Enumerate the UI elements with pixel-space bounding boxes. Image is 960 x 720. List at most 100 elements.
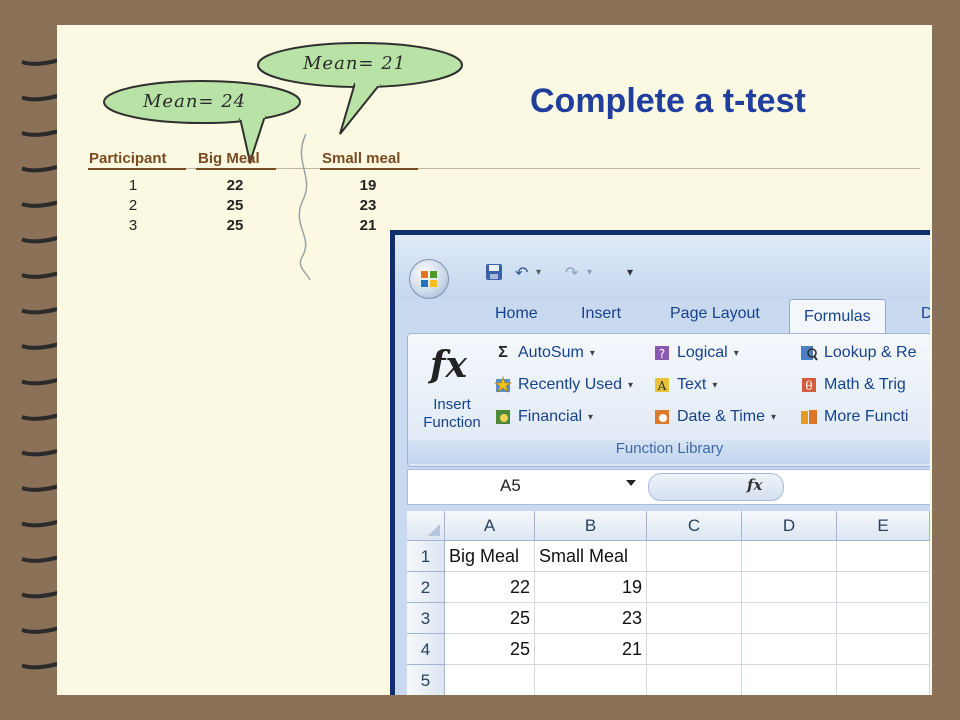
more-functions-label: More Functi xyxy=(824,408,909,425)
column-header-c[interactable]: C xyxy=(647,511,742,541)
cell-b2[interactable]: 19 xyxy=(535,572,647,603)
logical-button[interactable]: ? Logical ▾ xyxy=(653,344,739,362)
header-underline xyxy=(88,168,186,170)
cell-c5[interactable] xyxy=(647,665,742,695)
cell-e1[interactable] xyxy=(837,541,930,572)
ribbon-tabs: Home Insert Page Layout Formulas D xyxy=(395,299,930,333)
insert-function-label-line1: Insert xyxy=(433,396,471,413)
tab-formulas[interactable]: Formulas xyxy=(789,299,886,333)
cell-c1[interactable] xyxy=(647,541,742,572)
excel-window: ↶ ▾ ↷ ▾ ▾ Home Insert Page Layout Formul… xyxy=(395,235,930,695)
svg-text:?: ? xyxy=(659,347,665,361)
row-header-4[interactable]: 4 xyxy=(407,634,445,665)
cell-c2[interactable] xyxy=(647,572,742,603)
undo-dropdown-icon[interactable]: ▾ xyxy=(536,267,541,278)
cell-a2[interactable]: 22 xyxy=(445,572,535,603)
financial-button[interactable]: Financial ▾ xyxy=(494,408,593,426)
select-all-corner[interactable] xyxy=(407,511,445,541)
big-meal-1: 22 xyxy=(226,177,244,194)
insert-function-label: Insert Function xyxy=(416,396,488,432)
office-button[interactable] xyxy=(409,259,449,299)
cell-a4[interactable]: 25 xyxy=(445,634,535,665)
cell-a3[interactable]: 25 xyxy=(445,603,535,634)
customize-qat-icon[interactable]: ▾ xyxy=(627,265,633,279)
formula-bar: A5 fx xyxy=(407,469,930,505)
cell-d5[interactable] xyxy=(742,665,837,695)
financial-book-icon xyxy=(496,410,510,424)
name-box-chevron-down-icon[interactable] xyxy=(626,480,636,486)
financial-label: Financial xyxy=(518,408,583,425)
select-all-triangle-icon xyxy=(428,524,440,536)
logical-book-icon: ? xyxy=(655,346,669,361)
chevron-down-icon: ▾ xyxy=(733,347,739,359)
small-meal-column: 19 23 21 xyxy=(348,176,388,236)
cell-c3[interactable] xyxy=(647,603,742,634)
name-box[interactable]: A5 xyxy=(408,470,640,502)
header-big-meal: Big Meal xyxy=(198,150,260,167)
cell-c4[interactable] xyxy=(647,634,742,665)
spreadsheet-grid: A B C D E 1 2 3 4 5 Big Meal Small Meal … xyxy=(407,511,930,695)
autosum-button[interactable]: Σ AutoSum ▾ xyxy=(494,344,595,362)
clock-book-icon xyxy=(655,410,669,424)
lookup-reference-button[interactable]: Lookup & Re xyxy=(800,344,917,362)
cell-b4[interactable]: 21 xyxy=(535,634,647,665)
wavy-divider xyxy=(298,133,311,281)
column-header-d[interactable]: D xyxy=(742,511,837,541)
math-trig-label: Math & Trig xyxy=(824,376,906,393)
text-book-icon: A xyxy=(655,378,669,393)
cell-a5[interactable] xyxy=(445,665,535,695)
books-icon xyxy=(801,410,817,424)
cell-e5[interactable] xyxy=(837,665,930,695)
cell-b5[interactable] xyxy=(535,665,647,695)
cell-e3[interactable] xyxy=(837,603,930,634)
header-underline xyxy=(196,168,276,170)
tab-data[interactable]: D xyxy=(921,305,930,323)
math-trig-button[interactable]: θ Math & Trig xyxy=(800,376,906,394)
row-header-2[interactable]: 2 xyxy=(407,572,445,603)
recently-used-button[interactable]: Recently Used ▾ xyxy=(494,376,633,394)
redo-icon[interactable]: ↷ xyxy=(565,263,578,283)
chevron-down-icon: ▾ xyxy=(712,379,718,391)
date-time-label: Date & Time xyxy=(677,408,766,425)
undo-icon[interactable]: ↶ xyxy=(515,263,528,283)
bubble-left-text: Mean= 24 xyxy=(143,91,247,112)
header-underline xyxy=(320,168,418,170)
cell-d4[interactable] xyxy=(742,634,837,665)
participant-column: 1 2 3 xyxy=(118,176,148,236)
column-header-e[interactable]: E xyxy=(837,511,930,541)
chevron-down-icon: ▾ xyxy=(771,411,777,423)
insert-function-label-line2: Function xyxy=(423,414,481,431)
row-header-1[interactable]: 1 xyxy=(407,541,445,572)
cell-d3[interactable] xyxy=(742,603,837,634)
row-header-5[interactable]: 5 xyxy=(407,665,445,695)
fx-icon[interactable]: fx xyxy=(747,476,762,494)
column-header-a[interactable]: A xyxy=(445,511,535,541)
tab-insert[interactable]: Insert xyxy=(581,305,621,323)
small-meal-1: 19 xyxy=(359,177,377,194)
cell-a1[interactable]: Big Meal xyxy=(445,541,535,572)
tab-page-layout[interactable]: Page Layout xyxy=(670,305,760,323)
row-header-3[interactable]: 3 xyxy=(407,603,445,634)
more-functions-button[interactable]: More Functi xyxy=(800,408,908,426)
text-button[interactable]: A Text ▾ xyxy=(653,376,717,394)
chevron-down-icon: ▾ xyxy=(628,379,634,391)
bubble-right-text: Mean= 21 xyxy=(303,53,407,74)
participant-1: 1 xyxy=(128,177,138,194)
tab-home[interactable]: Home xyxy=(495,305,538,323)
cell-e2[interactable] xyxy=(837,572,930,603)
column-header-b[interactable]: B xyxy=(535,511,647,541)
sigma-icon: Σ xyxy=(498,344,508,361)
cell-d2[interactable] xyxy=(742,572,837,603)
cell-e4[interactable] xyxy=(837,634,930,665)
office-logo-icon xyxy=(421,271,437,287)
date-time-button[interactable]: Date & Time ▾ xyxy=(653,408,776,426)
cell-b3[interactable]: 23 xyxy=(535,603,647,634)
redo-dropdown-icon[interactable]: ▾ xyxy=(587,267,592,278)
excel-titlebar: ↶ ▾ ↷ ▾ ▾ xyxy=(395,235,930,299)
cell-d1[interactable] xyxy=(742,541,837,572)
text-label: Text xyxy=(677,376,707,393)
participant-3: 3 xyxy=(128,217,138,234)
insert-function-button[interactable]: fx Insert Function xyxy=(408,334,494,438)
cell-b1[interactable]: Small Meal xyxy=(535,541,647,572)
save-icon[interactable] xyxy=(485,263,503,281)
